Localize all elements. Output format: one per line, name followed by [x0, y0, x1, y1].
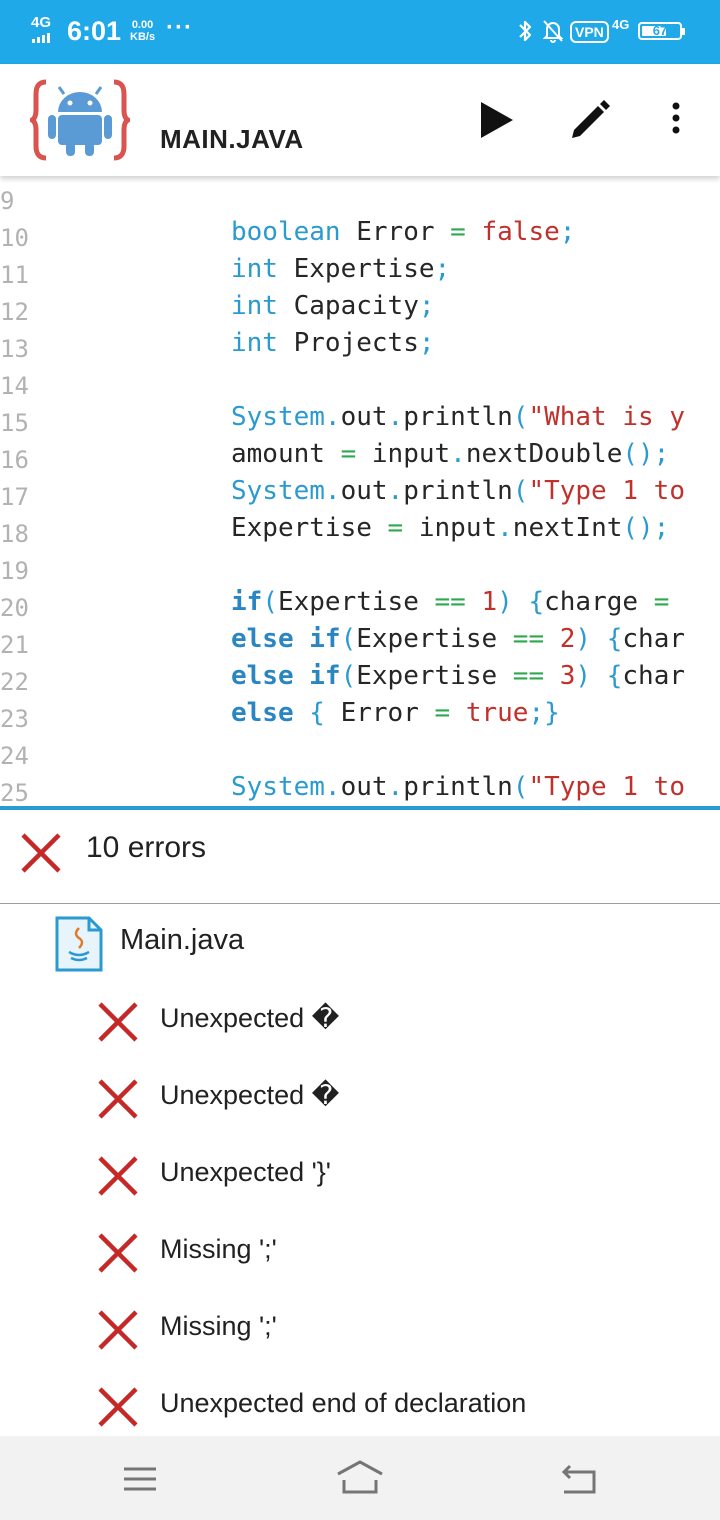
divider	[0, 903, 720, 904]
error-message: Missing ';'	[160, 1311, 277, 1341]
code-line: 15 amount = input.nextDouble();	[0, 409, 670, 469]
more-notifications-icon: ···	[166, 14, 193, 41]
error-item[interactable]: Missing ';'	[0, 1214, 720, 1291]
error-item[interactable]: Unexpected �	[0, 1060, 720, 1137]
code-line: 20 else if(Expertise == 2) {char	[0, 594, 686, 654]
code-line: 17 Expertise = input.nextInt();	[0, 483, 670, 543]
pencil-icon[interactable]	[568, 98, 612, 142]
error-message: Unexpected '}'	[160, 1157, 331, 1187]
close-icon	[98, 1233, 138, 1273]
error-count: 10 errors	[86, 831, 207, 864]
error-item[interactable]: Unexpected �	[0, 983, 720, 1060]
error-item[interactable]: Missing ';'	[0, 1291, 720, 1368]
close-icon	[98, 1002, 138, 1042]
clock: 6:01	[67, 16, 122, 46]
app-bar: MAIN.JAVA	[0, 64, 720, 176]
home-icon[interactable]	[336, 1460, 384, 1494]
back-icon[interactable]	[560, 1464, 598, 1494]
signal-icon	[32, 33, 50, 43]
app-logo-icon	[30, 79, 130, 161]
error-message: Unexpected �	[160, 1080, 340, 1110]
network-type-right: 4G	[612, 17, 630, 32]
error-item[interactable]: Unexpected '}'	[0, 1137, 720, 1214]
page-title: MAIN.JAVA	[160, 124, 304, 154]
system-nav-bar	[0, 1436, 720, 1520]
code-line: 22 else { Error = true;}	[0, 668, 560, 728]
error-message: Missing ';'	[160, 1234, 277, 1264]
close-icon	[98, 1079, 138, 1119]
error-file-name: Main.java	[120, 924, 245, 956]
close-icon	[98, 1387, 138, 1427]
menu-icon[interactable]	[122, 1466, 158, 1492]
code-line: 26	[0, 786, 720, 806]
bluetooth-icon	[519, 20, 532, 42]
code-line: 16 System.out.println("Type 1 to	[0, 446, 685, 506]
error-item[interactable]: Unexpected end of declaration	[0, 1368, 720, 1445]
code-line: 14 System.out.println("What is y	[0, 372, 685, 432]
close-icon	[98, 1310, 138, 1350]
close-icon	[21, 833, 61, 873]
errors-header[interactable]: 10 errors	[0, 810, 720, 903]
battery-icon: 67	[638, 22, 685, 40]
play-icon[interactable]	[479, 100, 515, 140]
code-line: 13	[0, 335, 29, 363]
network-speed: 0.00 KB/s	[130, 19, 156, 43]
error-message: Unexpected end of declaration	[160, 1388, 527, 1418]
code-line: 18	[0, 520, 29, 548]
error-message: Unexpected �	[160, 1003, 340, 1033]
status-bar: 4G 6:01 0.00 KB/s ··· VPN 4G 67	[0, 0, 720, 64]
java-file-icon	[55, 916, 103, 972]
code-line: 23	[0, 705, 29, 733]
vpn-badge: VPN	[570, 21, 609, 43]
error-file-row[interactable]: Main.java	[0, 912, 720, 976]
close-icon	[98, 1156, 138, 1196]
code-line: 11 int Capacity;	[0, 261, 435, 321]
battery-level: 67	[652, 23, 668, 38]
code-line: 10 int Expertise;	[0, 224, 451, 284]
code-line: 12 int Projects;	[0, 298, 435, 358]
mute-bell-icon	[542, 20, 564, 43]
code-line: 19 if(Expertise == 1) {charge =	[0, 557, 670, 617]
code-line: 21 else if(Expertise == 3) {char	[0, 631, 686, 691]
code-editor[interactable]: 9 boolean Error = false; 10 int Expertis…	[0, 176, 720, 806]
code-line: 25 Capacity = input.nextInt();	[0, 779, 29, 806]
network-type: 4G	[31, 14, 52, 31]
more-vert-icon[interactable]	[670, 102, 682, 136]
code-line: 24 System.out.println("Type 1 to	[0, 742, 685, 802]
code-line: 9 boolean Error = false;	[0, 187, 576, 247]
